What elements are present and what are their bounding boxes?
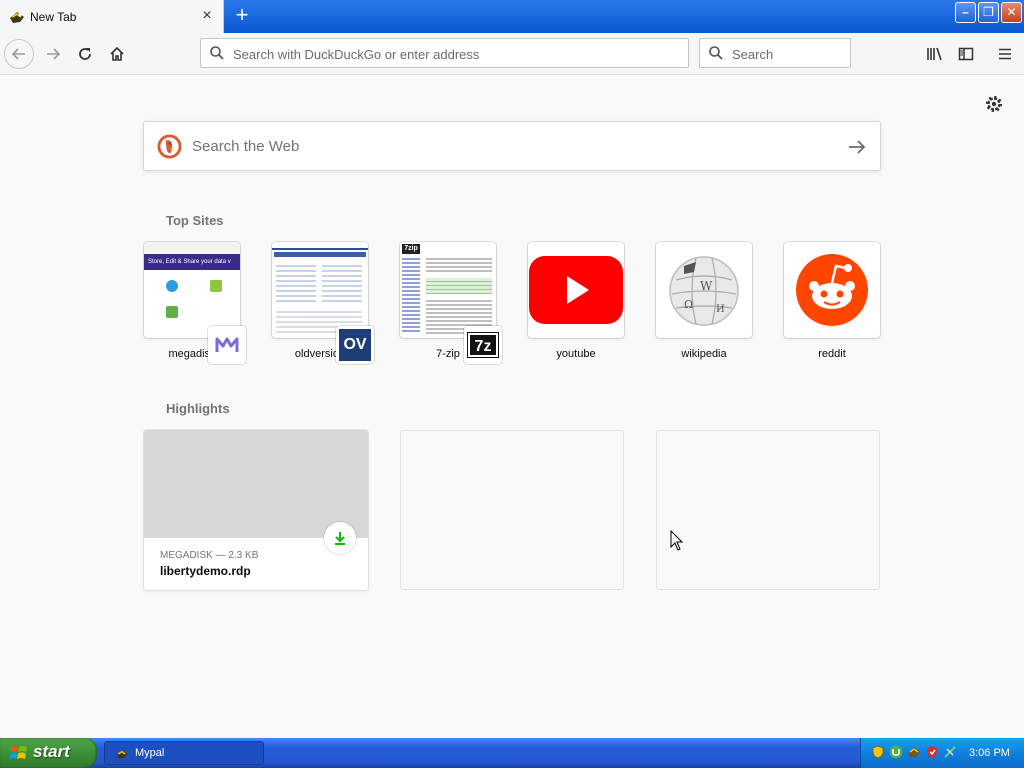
svg-text:Ω: Ω (684, 298, 693, 311)
home-icon (110, 46, 124, 61)
highlight-title: libertydemo.rdp (160, 564, 251, 578)
megadisk-banner: Store, Edit & Share your data v (144, 254, 240, 270)
duckduckgo-icon (157, 134, 182, 159)
site-thumbnail: W Ω И (656, 242, 752, 338)
forward-button[interactable] (38, 39, 68, 69)
top-site-label: wikipedia (681, 348, 727, 360)
wikipedia-logo-icon: W Ω И (669, 256, 739, 326)
top-site-oldversion[interactable]: OV oldversion (272, 242, 374, 364)
back-arrow-icon (11, 48, 25, 60)
highlight-placeholder (400, 430, 624, 590)
top-site-label: reddit (818, 348, 846, 360)
mypal-app-icon (116, 750, 128, 759)
security-shield-icon[interactable] (871, 745, 885, 759)
top-site-7-zip[interactable]: 7zip 7z 7-zip (400, 242, 502, 364)
hamburger-menu-icon (999, 48, 1011, 60)
taskbar: start Mypal 3:06 PM (0, 738, 1024, 768)
restore-button[interactable]: ❐ (978, 2, 999, 23)
mypal-favicon-icon (10, 12, 24, 23)
windows-flag-icon (10, 746, 27, 759)
youtube-logo-icon (529, 256, 623, 324)
web-search-placeholder: Search the Web (192, 138, 300, 155)
library-button[interactable] (920, 39, 950, 69)
tab-strip: New Tab × + – ❐ ✕ (0, 0, 1024, 33)
top-site-youtube[interactable]: youtube (528, 242, 624, 360)
sidebar-icon (958, 47, 974, 61)
clock: 3:06 PM (969, 747, 1010, 759)
search-icon (709, 46, 723, 60)
highlights-heading: Highlights (166, 401, 230, 416)
top-site-megadisk[interactable]: Store, Edit & Share your data v megadisk (144, 242, 246, 364)
top-site-reddit[interactable]: reddit (784, 242, 880, 360)
megadisk-logo-icon (208, 326, 246, 364)
taskbar-item-mypal[interactable]: Mypal (104, 741, 264, 765)
close-window-button[interactable]: ✕ (1001, 2, 1022, 23)
tab-title: New Tab (30, 10, 77, 24)
reload-icon (79, 48, 91, 60)
svg-text:W: W (700, 279, 713, 293)
menu-button[interactable] (990, 39, 1020, 69)
library-icon (927, 47, 942, 61)
navigation-toolbar: Search with DuckDuckGo or enter address … (0, 33, 1024, 75)
start-button[interactable]: start (0, 738, 97, 768)
top-site-wikipedia[interactable]: W Ω И wikipedia (656, 242, 752, 360)
highlight-source: MEGADISK — 2.3 KB (160, 550, 259, 561)
back-button[interactable] (4, 39, 34, 69)
system-tray: 3:06 PM (860, 738, 1024, 768)
svg-text:И: И (716, 304, 725, 315)
forward-arrow-icon (47, 48, 61, 60)
antivirus-shield-icon[interactable] (925, 745, 939, 759)
taskbar-item-label: Mypal (135, 747, 165, 759)
tab-new-tab[interactable]: New Tab × (0, 0, 224, 33)
highlight-placeholder (656, 430, 880, 590)
7-zip-logo-icon: 7z (464, 326, 502, 364)
new-tab-button[interactable]: + (230, 4, 254, 28)
site-thumbnail (528, 242, 624, 338)
utorrent-icon[interactable] (889, 745, 903, 759)
search-bar-placeholder: Search (732, 47, 774, 62)
arrow-right-icon[interactable] (846, 136, 868, 158)
url-bar-placeholder: Search with DuckDuckGo or enter address (233, 47, 480, 62)
mypal-tray-icon[interactable] (907, 745, 921, 759)
search-icon (210, 46, 224, 60)
top-sites-heading: Top Sites (166, 213, 224, 228)
search-bar[interactable]: Search (699, 38, 851, 68)
reload-button[interactable] (70, 39, 100, 69)
highlight-card[interactable]: MEGADISK — 2.3 KB libertydemo.rdp (144, 430, 368, 590)
sidebar-button[interactable] (951, 39, 981, 69)
gear-icon[interactable] (984, 94, 1004, 114)
start-label: start (33, 742, 70, 761)
url-bar[interactable]: Search with DuckDuckGo or enter address (200, 38, 689, 68)
download-icon (324, 522, 356, 554)
web-search-box[interactable]: Search the Web (143, 121, 881, 171)
oldversion-logo-icon: OV (336, 326, 374, 364)
home-button[interactable] (102, 39, 132, 69)
site-thumbnail: Store, Edit & Share your data v (144, 242, 240, 338)
site-thumbnail (272, 242, 368, 338)
reddit-logo-icon (796, 254, 868, 326)
network-icon[interactable] (943, 745, 957, 759)
site-thumbnail (784, 242, 880, 338)
site-thumbnail: 7zip (400, 242, 496, 338)
mouse-cursor-icon (670, 530, 684, 551)
close-tab-icon[interactable]: × (198, 6, 216, 26)
minimize-button[interactable]: – (955, 2, 976, 23)
top-site-label: youtube (556, 348, 596, 360)
